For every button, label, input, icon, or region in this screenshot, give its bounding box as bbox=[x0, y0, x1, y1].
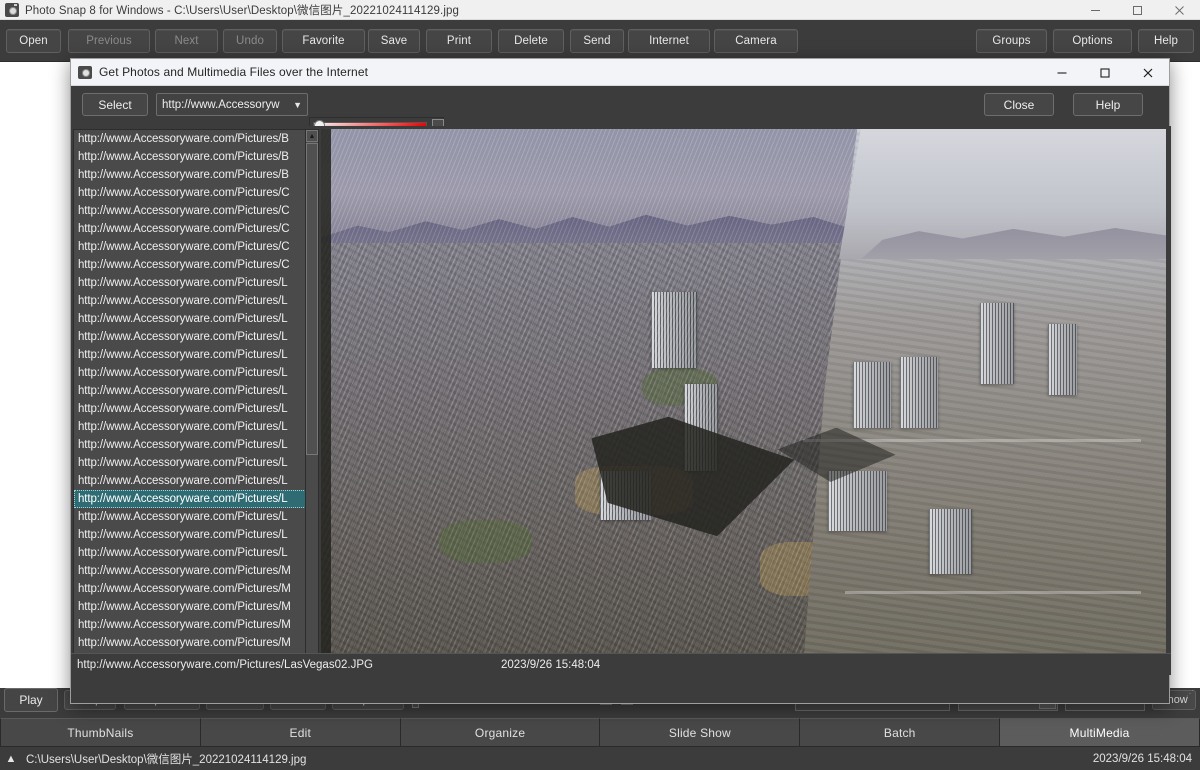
url-list-item[interactable]: http://www.Accessoryware.com/Pictures/L bbox=[74, 454, 312, 472]
tab-edit[interactable]: Edit bbox=[200, 718, 401, 746]
toolbar-button-save[interactable]: Save bbox=[368, 29, 420, 53]
expand-arrow-icon[interactable]: ▲ bbox=[0, 747, 22, 770]
dialog-title: Get Photos and Multimedia Files over the… bbox=[99, 65, 369, 79]
dialog-titlebar: Get Photos and Multimedia Files over the… bbox=[71, 59, 1169, 86]
dialog-status-url: http://www.Accessoryware.com/Pictures/La… bbox=[77, 658, 373, 671]
url-list-item[interactable]: http://www.Accessoryware.com/Pictures/B bbox=[74, 166, 312, 184]
select-button[interactable]: Select bbox=[82, 93, 148, 116]
toolbar-button-help[interactable]: Help bbox=[1138, 29, 1194, 53]
toolbar-button-delete[interactable]: Delete bbox=[498, 29, 564, 53]
dialog-window-controls bbox=[1040, 59, 1169, 86]
dialog-minimize-button[interactable] bbox=[1040, 59, 1083, 86]
url-list-item[interactable]: http://www.Accessoryware.com/Pictures/C bbox=[74, 202, 312, 220]
photo-building bbox=[828, 471, 888, 531]
url-list-item[interactable]: http://www.Accessoryware.com/Pictures/C bbox=[74, 184, 312, 202]
url-list-item[interactable]: http://www.Accessoryware.com/Pictures/L bbox=[74, 400, 312, 418]
toolbar-button-send[interactable]: Send bbox=[570, 29, 624, 53]
url-list-item[interactable]: http://www.Accessoryware.com/Pictures/M bbox=[74, 598, 312, 616]
tab-thumbnails[interactable]: ThumbNails bbox=[0, 718, 201, 746]
status-file-path: C:\Users\User\Desktop\微信图片_2022102411412… bbox=[26, 753, 307, 766]
tab-organize[interactable]: Organize bbox=[400, 718, 601, 746]
url-list-item[interactable]: http://www.Accessoryware.com/Pictures/L bbox=[74, 508, 312, 526]
play-button[interactable]: Play bbox=[4, 688, 58, 712]
dialog-close-action-button[interactable]: Close bbox=[984, 93, 1054, 116]
url-list-item[interactable]: http://www.Accessoryware.com/Pictures/C bbox=[74, 238, 312, 256]
maximize-button[interactable] bbox=[1116, 0, 1158, 20]
url-list-item[interactable]: http://www.Accessoryware.com/Pictures/L bbox=[74, 526, 312, 544]
url-list-item[interactable]: http://www.Accessoryware.com/Pictures/C bbox=[74, 256, 312, 274]
dialog-help-button[interactable]: Help bbox=[1073, 93, 1143, 116]
url-list-item[interactable]: http://www.Accessoryware.com/Pictures/C bbox=[74, 220, 312, 238]
resize-grip[interactable]: ⋰ bbox=[1186, 689, 1196, 698]
toolbar-button-internet[interactable]: Internet bbox=[628, 29, 710, 53]
toolbar-button-camera[interactable]: Camera bbox=[714, 29, 798, 53]
main-toolbar: Open Previous Next Undo Favorite Save Print Del… bbox=[0, 20, 1200, 62]
internet-photos-dialog: Get Photos and Multimedia Files over the… bbox=[70, 58, 1171, 704]
toolbar-button-undo: Undo bbox=[223, 29, 277, 53]
main-titlebar: Photo Snap 8 for Windows - C:\Users\User… bbox=[0, 0, 1200, 20]
dialog-statusbar: http://www.Accessoryware.com/Pictures/La… bbox=[71, 653, 1171, 675]
url-list[interactable]: http://www.Accessoryware.com/Pictures/B h… bbox=[73, 129, 313, 672]
photo-building bbox=[1047, 324, 1078, 396]
url-list-item[interactable]: http://www.Accessoryware.com/Pictures/L bbox=[74, 490, 312, 508]
tab-batch[interactable]: Batch bbox=[800, 718, 1001, 746]
chevron-down-icon[interactable]: ▼ bbox=[293, 100, 302, 110]
url-list-item[interactable]: http://www.Accessoryware.com/Pictures/L bbox=[74, 436, 312, 454]
module-tabbar: ThumbNails Edit Organize Slide Show Batch Mul… bbox=[0, 718, 1200, 746]
window-controls bbox=[1074, 0, 1200, 20]
url-combo[interactable]: http://www.Accessoryw ▼ bbox=[156, 93, 308, 116]
toolbar-button-options[interactable]: Options bbox=[1053, 29, 1132, 53]
url-list-item[interactable]: http://www.Accessoryware.com/Pictures/L bbox=[74, 274, 312, 292]
window-title: Photo Snap 8 for Windows - C:\Users\User… bbox=[25, 4, 459, 17]
photo-building bbox=[899, 357, 938, 428]
url-list-item[interactable]: http://www.Accessoryware.com/Pictures/L bbox=[74, 310, 312, 328]
dialog-body: http://www.Accessoryware.com/Pictures/B h… bbox=[71, 126, 1171, 675]
status-timestamp: 2023/9/26 15:48:04 bbox=[1092, 752, 1192, 765]
tab-multimedia[interactable]: MultiMedia bbox=[1000, 718, 1200, 746]
photo-building bbox=[980, 302, 1014, 385]
scroll-up-icon[interactable]: ▲ bbox=[306, 130, 318, 142]
dialog-status-timestamp: 2023/9/26 15:48:04 bbox=[501, 658, 601, 671]
tab-slide-show[interactable]: Slide Show bbox=[600, 718, 801, 746]
url-list-item[interactable]: http://www.Accessoryware.com/Pictures/L bbox=[74, 364, 312, 382]
dialog-maximize-button[interactable] bbox=[1083, 59, 1126, 86]
url-list-item[interactable]: http://www.Accessoryware.com/Pictures/M bbox=[74, 634, 312, 652]
minimize-button[interactable] bbox=[1074, 0, 1116, 20]
application-window: Photo Snap 8 for Windows - C:\Users\User… bbox=[0, 0, 1200, 770]
toolbar-button-favorite[interactable]: Favorite bbox=[282, 29, 365, 53]
url-list-item[interactable]: http://www.Accessoryware.com/Pictures/L bbox=[74, 544, 312, 562]
dialog-toolbar: Select http://www.Accessoryw ▼ Close Hel… bbox=[71, 86, 1169, 158]
toolbar-button-print[interactable]: Print bbox=[426, 29, 492, 53]
photo-left-border bbox=[321, 129, 332, 672]
url-list-item[interactable]: http://www.Accessoryware.com/Pictures/B bbox=[74, 148, 312, 166]
close-button[interactable] bbox=[1158, 0, 1200, 20]
main-statusbar: ▲ C:\Users\User\Desktop\微信图片_20221024114… bbox=[0, 746, 1200, 770]
url-list-item[interactable]: http://www.Accessoryware.com/Pictures/M bbox=[74, 562, 312, 580]
url-list-item[interactable]: http://www.Accessoryware.com/Pictures/M bbox=[74, 616, 312, 634]
toolbar-button-previous: Previous bbox=[68, 29, 150, 53]
url-list-item[interactable]: http://www.Accessoryware.com/Pictures/L bbox=[74, 328, 312, 346]
dialog-close-button[interactable] bbox=[1126, 59, 1169, 86]
url-list-item[interactable]: http://www.Accessoryware.com/Pictures/L bbox=[74, 346, 312, 364]
toolbar-button-open[interactable]: Open bbox=[6, 29, 61, 53]
toolbar-button-next: Next bbox=[155, 29, 218, 53]
url-list-item[interactable]: http://www.Accessoryware.com/Pictures/M bbox=[74, 580, 312, 598]
camera-icon bbox=[5, 2, 19, 17]
url-list-item[interactable]: http://www.Accessoryware.com/Pictures/L bbox=[74, 472, 312, 490]
photo-building bbox=[853, 362, 892, 428]
url-list-scrollbar[interactable]: ▲ ▼ bbox=[305, 129, 319, 672]
url-list-item[interactable]: http://www.Accessoryware.com/Pictures/L bbox=[74, 292, 312, 310]
image-preview[interactable] bbox=[321, 129, 1166, 672]
photo-building bbox=[929, 509, 972, 575]
photo-road bbox=[844, 590, 1141, 594]
url-combo-value: http://www.Accessoryw bbox=[162, 98, 280, 111]
scrollbar-thumb[interactable] bbox=[306, 143, 318, 455]
url-list-item[interactable]: http://www.Accessoryware.com/Pictures/L bbox=[74, 382, 312, 400]
camera-icon bbox=[78, 65, 92, 79]
url-list-item[interactable]: http://www.Accessoryware.com/Pictures/B bbox=[74, 130, 312, 148]
toolbar-button-groups[interactable]: Groups bbox=[976, 29, 1047, 53]
las-vegas-aerial-photo bbox=[321, 129, 1166, 672]
url-list-item[interactable]: http://www.Accessoryware.com/Pictures/L bbox=[74, 418, 312, 436]
